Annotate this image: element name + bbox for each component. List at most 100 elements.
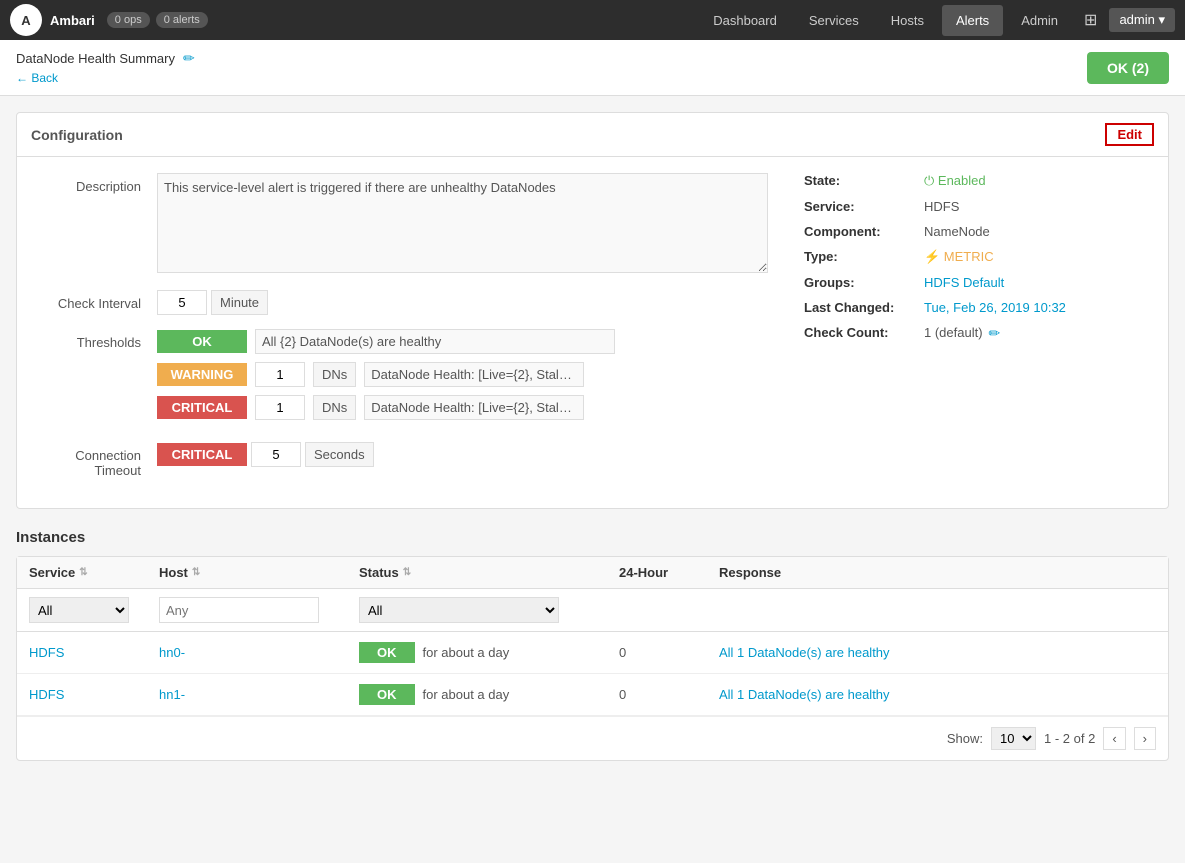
nav-services[interactable]: Services <box>795 5 873 36</box>
threshold-critical-button[interactable]: CRITICAL <box>157 396 247 419</box>
row2-response: All 1 DataNode(s) are healthy <box>719 687 1156 702</box>
config-meta: State: ⏻ Enabled Service: HDFS Component… <box>788 157 1168 508</box>
ops-badge[interactable]: 0 ops <box>107 12 150 28</box>
row1-service-link[interactable]: HDFS <box>29 645 64 660</box>
table-row: HDFS hn1- OK for about a day 0 All 1 Dat… <box>17 674 1168 716</box>
meta-groups-label: Groups: <box>804 275 924 290</box>
table-header: Service ⇅ Host ⇅ Status ⇅ 24-Hour Respon… <box>17 557 1168 589</box>
meta-component-label: Component: <box>804 224 924 239</box>
next-page-button[interactable]: › <box>1134 727 1156 750</box>
threshold-warning-row: WARNING DNs <box>157 362 768 387</box>
prev-page-button[interactable]: ‹ <box>1103 727 1125 750</box>
pagination: Show: 10 1 - 2 of 2 ‹ › <box>17 716 1168 760</box>
row2-host-link[interactable]: hn1- <box>159 687 185 702</box>
critical-value-input[interactable] <box>255 395 305 420</box>
row2-service-link[interactable]: HDFS <box>29 687 64 702</box>
row2-24h: 0 <box>619 687 719 702</box>
connection-timeout-label: Connection Timeout <box>37 442 157 478</box>
edit-button[interactable]: Edit <box>1105 123 1154 146</box>
critical-text-input[interactable] <box>364 395 584 420</box>
nav-admin[interactable]: Admin <box>1007 5 1072 36</box>
main-content: Configuration Edit Description This serv… <box>0 96 1185 777</box>
grid-icon[interactable]: ⊞ <box>1076 2 1105 38</box>
connection-timeout-group: CRITICAL Seconds <box>157 442 768 467</box>
row1-host-link[interactable]: hn0- <box>159 645 185 660</box>
nav-dashboard[interactable]: Dashboard <box>699 5 791 36</box>
critical-unit: DNs <box>313 395 356 420</box>
brand-logo: A <box>10 4 42 36</box>
meta-component: Component: NameNode <box>804 224 1152 239</box>
ok-threshold-input[interactable] <box>255 329 615 354</box>
sort-status-icon[interactable]: ⇅ <box>403 567 411 578</box>
check-interval-label: Check Interval <box>37 290 157 311</box>
th-24hour: 24-Hour <box>619 565 719 580</box>
config-title: Configuration <box>31 127 123 143</box>
th-status: Status ⇅ <box>359 565 619 580</box>
connection-timeout-badge: CRITICAL <box>157 443 247 466</box>
alerts-badge[interactable]: 0 alerts <box>156 12 208 28</box>
description-textarea[interactable]: This service-level alert is triggered if… <box>157 173 768 273</box>
meta-state-value: ⏻ Enabled <box>924 173 986 189</box>
user-menu[interactable]: admin ▾ <box>1109 8 1175 32</box>
page-header: DataNode Health Summary ✏ Back OK (2) <box>0 40 1185 96</box>
threshold-critical-row: CRITICAL DNs <box>157 395 768 420</box>
description-row: Description This service-level alert is … <box>37 173 768 276</box>
th-service: Service ⇅ <box>29 565 159 580</box>
ops-badges: 0 ops 0 alerts <box>107 12 208 28</box>
row2-status-time: for about a day <box>423 687 510 702</box>
meta-service: Service: HDFS <box>804 199 1152 214</box>
filter-row: All All <box>17 589 1168 632</box>
warning-unit: DNs <box>313 362 356 387</box>
description-label: Description <box>37 173 157 194</box>
connection-timeout-control: CRITICAL Seconds <box>157 442 768 467</box>
status-filter-select[interactable]: All <box>359 597 559 623</box>
show-label: Show: <box>947 731 983 746</box>
connection-timeout-input[interactable] <box>251 442 301 467</box>
meta-last-changed-value: Tue, Feb 26, 2019 10:32 <box>924 300 1066 315</box>
thresholds-label: Thresholds <box>37 329 157 350</box>
th-host: Host ⇅ <box>159 565 359 580</box>
nav-alerts[interactable]: Alerts <box>942 5 1003 36</box>
thresholds-control: OK WARNING DNs CRITICAL <box>157 329 768 428</box>
brand: A Ambari <box>10 4 95 36</box>
nav-hosts[interactable]: Hosts <box>877 5 938 36</box>
meta-state-label: State: <box>804 173 924 189</box>
filter-host-cell <box>159 597 359 623</box>
check-interval-group: Minute <box>157 290 768 315</box>
threshold-warning-button[interactable]: WARNING <box>157 363 247 386</box>
row1-status: OK for about a day <box>359 642 619 663</box>
row1-24h: 0 <box>619 645 719 660</box>
table-row: HDFS hn0- OK for about a day 0 All 1 Dat… <box>17 632 1168 674</box>
meta-last-changed-label: Last Changed: <box>804 300 924 315</box>
meta-check-count-label: Check Count: <box>804 325 924 342</box>
meta-state: State: ⏻ Enabled <box>804 173 1152 189</box>
brand-logo-text: A <box>21 13 30 28</box>
row1-status-badge: OK <box>359 642 415 663</box>
back-link[interactable]: Back <box>16 71 195 85</box>
filter-service-cell: All <box>29 597 159 623</box>
description-control: This service-level alert is triggered if… <box>157 173 768 276</box>
top-navigation: A Ambari 0 ops 0 alerts Dashboard Servic… <box>0 0 1185 40</box>
warning-text-input[interactable] <box>364 362 584 387</box>
sort-host-icon[interactable]: ⇅ <box>192 567 200 578</box>
sort-service-icon[interactable]: ⇅ <box>79 567 87 578</box>
warning-value-input[interactable] <box>255 362 305 387</box>
host-filter-input[interactable] <box>159 597 319 623</box>
instances-title: Instances <box>16 529 1169 546</box>
row1-host: hn0- <box>159 645 359 660</box>
service-filter-select[interactable]: All <box>29 597 129 623</box>
row2-status-badge: OK <box>359 684 415 705</box>
threshold-ok-button[interactable]: OK <box>157 330 247 353</box>
ok-status-button[interactable]: OK (2) <box>1087 52 1169 84</box>
brand-name: Ambari <box>50 13 95 28</box>
title-edit-icon[interactable]: ✏ <box>183 50 195 67</box>
page-size-select[interactable]: 10 <box>991 727 1036 750</box>
meta-last-changed: Last Changed: Tue, Feb 26, 2019 10:32 <box>804 300 1152 315</box>
meta-check-count-value: 1 (default) <box>924 325 983 342</box>
meta-type: Type: ⚡ METRIC <box>804 249 1152 265</box>
threshold-ok-row: OK <box>157 329 768 354</box>
check-interval-input[interactable] <box>157 290 207 315</box>
check-count-edit-icon[interactable]: ✏ <box>989 325 1001 342</box>
row1-service: HDFS <box>29 645 159 660</box>
check-interval-control: Minute <box>157 290 768 315</box>
